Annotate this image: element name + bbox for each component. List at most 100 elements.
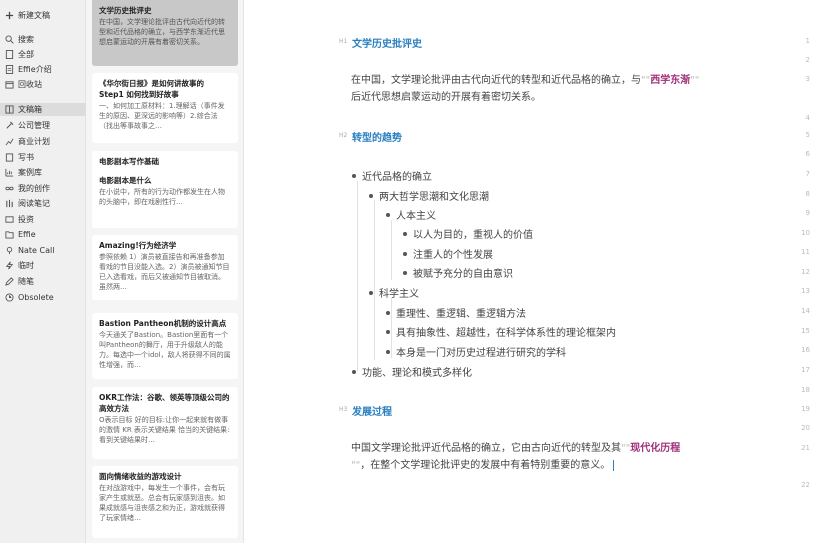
sidebar-item-reading[interactable]: 阅读笔记 bbox=[4, 197, 84, 210]
book-icon bbox=[4, 153, 14, 163]
sidebar-item-new-note[interactable]: 新建文稿 bbox=[4, 9, 84, 22]
columns-icon bbox=[4, 199, 14, 209]
sidebar-item-label: 商业计划 bbox=[18, 137, 50, 146]
note-card-title: OKR工作法：谷歌、领英等顶级公司的高效方法 bbox=[99, 393, 230, 413]
line-number: 13 bbox=[801, 287, 810, 295]
sidebar-item-invest[interactable]: 投资 bbox=[4, 213, 84, 226]
paragraph-1[interactable]: 在中国，文学理论批评由古代向近代的转型和近代品格的确立，与""西学东渐"" 后近代… bbox=[351, 72, 791, 106]
sidebar-item-writing[interactable]: 写书 bbox=[4, 151, 84, 164]
sidebar-item-nate-call[interactable]: Nate Call bbox=[4, 244, 84, 257]
bullet-item[interactable]: 被赋予充分的自由意识 bbox=[403, 265, 513, 280]
line-number: 21 bbox=[801, 444, 810, 452]
quote-mark: "" bbox=[351, 460, 361, 471]
note-card[interactable]: OKR工作法：谷歌、领英等顶级公司的高效方法 O表示目标 好的目标:让你一起来就… bbox=[92, 387, 238, 459]
note-card-title: 面向情绪收益的游戏设计 bbox=[99, 472, 182, 481]
bullet-dot bbox=[352, 173, 356, 178]
book-icon bbox=[4, 105, 14, 115]
paragraph-text: ，在整个文学理论批评史的发展中有着特别重要的意义。 bbox=[360, 460, 611, 471]
sidebar-item-effie[interactable]: Effie bbox=[4, 228, 84, 241]
chart-icon bbox=[4, 168, 14, 178]
sidebar-item-label: 新建文稿 bbox=[18, 11, 50, 20]
bullet-item[interactable]: 科学主义 bbox=[369, 285, 419, 300]
sidebar-item-business[interactable]: 商业计划 bbox=[4, 135, 84, 148]
clock-icon bbox=[4, 293, 14, 303]
bullet-text: 以人为目的，重视人的价值 bbox=[413, 230, 533, 241]
note-card[interactable]: 文学历史批评史 在中国，文学理论批评由古代向近代的转型和近代品格的确立，与西学东… bbox=[92, 0, 238, 66]
sidebar-item-label: 阅读笔记 bbox=[18, 199, 50, 208]
note-card[interactable]: 面向情绪收益的游戏设计 在对战游戏中，每发生一个事件，会有玩家产生或就恶。总会有… bbox=[92, 466, 238, 538]
sidebar-item-label: Nate Call bbox=[18, 246, 55, 255]
note-card-subheading: 电影剧本是什么 bbox=[99, 176, 152, 185]
note-card-preview: 今天通关了Bastion。Bastion里面有一个叫Pantheon的舞厅，用于… bbox=[99, 331, 231, 369]
line-number: 3 bbox=[805, 75, 810, 83]
sidebar-item-label: 全部 bbox=[18, 50, 34, 59]
bullet-item[interactable]: 具有抽象性、超越性，在科学体系性的理论框架内 bbox=[386, 324, 616, 339]
note-card[interactable]: 电影剧本写作基础 电影剧本是什么 在小说中，所有的行为动作都发生在人物的头脑中，… bbox=[92, 151, 238, 228]
note-card-title: 《华尔街日报》是如何讲故事的 Step1 如何找到好故事 bbox=[99, 79, 204, 99]
bullet-dot bbox=[403, 231, 407, 236]
line-number: 18 bbox=[801, 386, 810, 394]
quote-mark: "" bbox=[621, 443, 631, 454]
sidebar-item-trash[interactable]: 回收站 bbox=[4, 78, 84, 91]
sidebar-item-search[interactable]: 搜索 bbox=[4, 33, 84, 46]
heading-3[interactable]: 发展过程 bbox=[352, 403, 392, 418]
sidebar-item-label: 文稿箱 bbox=[18, 105, 42, 114]
trash-icon bbox=[4, 80, 14, 90]
wrench-icon bbox=[4, 121, 14, 131]
indent-guide bbox=[357, 181, 358, 371]
note-card[interactable]: Bastion Pantheon机制的设计高点 今天通关了Bastion。Bas… bbox=[92, 313, 238, 379]
bullet-dot bbox=[386, 212, 390, 217]
pencil-icon bbox=[4, 277, 14, 287]
bullet-item[interactable]: 本身是一门对历史过程进行研究的学科 bbox=[386, 344, 566, 359]
sidebar-item-obsolete[interactable]: Obsolete bbox=[4, 291, 84, 304]
line-number: 7 bbox=[805, 170, 810, 178]
sidebar-item-label: Effie介绍 bbox=[18, 65, 52, 74]
bullet-text: 功能、理论和模式多样化 bbox=[362, 368, 472, 379]
sidebar-item-drafts[interactable]: 文稿箱 bbox=[0, 103, 86, 116]
search-icon bbox=[4, 35, 14, 45]
bullet-dot bbox=[369, 193, 373, 198]
note-card-preview: 在对战游戏中，每发生一个事件，会有玩家产生或就恶。总会有玩家感到沮丧。如果成就感… bbox=[99, 484, 225, 522]
bullet-item[interactable]: 两大哲学思潮和文化思潮 bbox=[369, 188, 489, 203]
phone-icon bbox=[4, 246, 14, 256]
chart-icon bbox=[4, 137, 14, 147]
bullet-item[interactable]: 功能、理论和模式多样化 bbox=[352, 364, 472, 379]
indent-guide bbox=[391, 220, 392, 280]
sidebar-item-all[interactable]: 全部 bbox=[4, 48, 84, 61]
line-number: 12 bbox=[801, 268, 810, 276]
sidebar-item-label: 随笔 bbox=[18, 277, 34, 286]
text-cursor bbox=[613, 459, 615, 471]
bullet-dot bbox=[369, 290, 373, 295]
bullet-item[interactable]: 注重人的个性发展 bbox=[403, 246, 493, 261]
sidebar-item-company[interactable]: 公司管理 bbox=[4, 119, 84, 132]
sidebar-item-temp[interactable]: 临时 bbox=[4, 259, 84, 272]
sidebar-item-label: 写书 bbox=[18, 153, 34, 162]
sidebar-item-label: 回收站 bbox=[18, 80, 42, 89]
sidebar-item-label: Effie bbox=[18, 230, 36, 239]
line-number: 20 bbox=[801, 424, 810, 432]
bullet-item[interactable]: 重理性、重逻辑、重逻辑方法 bbox=[386, 305, 526, 320]
paragraph-2[interactable]: 中国文学理论批评近代品格的确立，它由古向近代的转型及其""现代化历程 ""，在整个… bbox=[351, 440, 791, 474]
sidebar-item-essay[interactable]: 随笔 bbox=[4, 275, 84, 288]
bullet-text: 被赋予充分的自由意识 bbox=[413, 269, 513, 280]
line-number: 5 bbox=[805, 131, 810, 139]
heading-2[interactable]: 转型的趋势 bbox=[352, 129, 402, 144]
sidebar-item-cases[interactable]: 案例库 bbox=[4, 166, 84, 179]
heading-1[interactable]: 文学历史批评史 bbox=[352, 35, 422, 50]
note-card[interactable]: Amazing!行为经济学 参照依赖 1）演员被直接告和再准备参加看戏的节目没能… bbox=[92, 235, 238, 300]
sidebar-item-label: 搜索 bbox=[18, 35, 34, 44]
bullet-item[interactable]: 近代品格的确立 bbox=[352, 168, 432, 183]
bullet-dot bbox=[386, 329, 390, 334]
line-number: 16 bbox=[801, 346, 810, 354]
sidebar-item-my-works[interactable]: 我的创作 bbox=[4, 182, 84, 195]
bullet-text: 注重人的个性发展 bbox=[413, 250, 493, 261]
bullet-item[interactable]: 人本主义 bbox=[386, 207, 436, 222]
sidebar-item-label: 临时 bbox=[18, 261, 34, 270]
bullet-dot bbox=[352, 369, 356, 374]
note-card[interactable]: 《华尔街日报》是如何讲故事的 Step1 如何找到好故事 一、如何加工原材料：1… bbox=[92, 73, 238, 143]
bullet-item[interactable]: 以人为目的，重视人的价值 bbox=[403, 226, 533, 241]
folder-icon bbox=[4, 230, 14, 240]
sidebar-item-effie-intro[interactable]: Effie介绍 bbox=[4, 63, 84, 76]
editor[interactable]: H1 文学历史批评史 在中国，文学理论批评由古代向近代的转型和近代品格的确立，与… bbox=[244, 0, 832, 543]
line-number: 14 bbox=[801, 307, 810, 315]
